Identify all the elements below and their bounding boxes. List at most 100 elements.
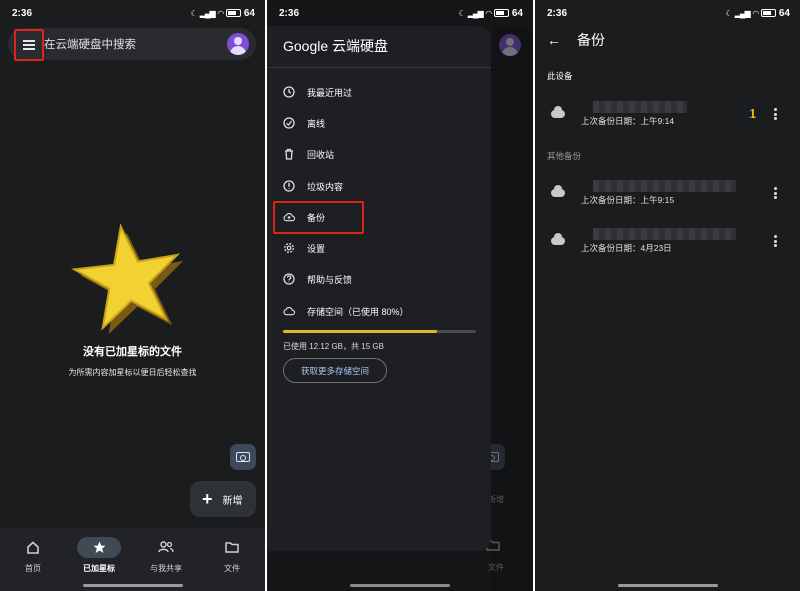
empty-state-title: 没有已加星标的文件 (83, 346, 182, 358)
nav-home-label: 首页 (25, 564, 41, 573)
trash-icon (283, 148, 295, 160)
drawer-item-offline[interactable]: 离线 (283, 113, 325, 133)
redacted-device-name (593, 101, 687, 113)
backup-row[interactable]: 上次备份日期：上午9:14 1 (551, 101, 791, 131)
more-options-icon[interactable] (774, 235, 777, 247)
backup-date: 上次备份日期：上午9:15 (581, 195, 675, 205)
drawer-item-label: 离线 (307, 118, 326, 129)
nav-shared[interactable]: 与我共享 (133, 536, 199, 574)
gesture-bar (82, 584, 183, 587)
storage-progress-fill (283, 330, 438, 333)
status-bar: 2:36 ☾ ▂▄▆ ◠ 64 (267, 0, 533, 26)
storage-progress-bar (283, 330, 476, 333)
battery-percent: 64 (511, 7, 523, 19)
drive-starred-screen: 2:36 ☾ ▂▄▆ ◠ 64 在云端硬盘中搜索 没有已加星标的文件 为所需内容… (0, 0, 265, 591)
backup-date: 上次备份日期：4月23日 (581, 243, 672, 253)
nav-shared-label: 与我共享 (150, 564, 182, 573)
drawer-item-label: 帮助与反馈 (307, 274, 353, 285)
app-bar: ← 备份 (547, 30, 605, 50)
status-bar: 2:36 ☾ ▂▄▆ ◠ 64 (535, 0, 800, 26)
camera-icon (236, 452, 250, 462)
dnd-moon-icon: ☾ (458, 8, 466, 18)
search-bar[interactable]: 在云端硬盘中搜索 (8, 28, 256, 60)
battery-icon (225, 9, 241, 17)
offline-icon (283, 117, 295, 129)
status-bar: 2:36 ☾ ▂▄▆ ◠ 64 (0, 0, 265, 26)
gear-icon (283, 242, 295, 254)
files-label-dimmed: 文件 (488, 563, 504, 572)
plus-icon: + (202, 489, 213, 509)
dnd-moon-icon: ☾ (190, 8, 198, 18)
drawer-title: Google 云端硬盘 (283, 38, 389, 54)
drawer-item-label: 设置 (307, 243, 326, 254)
nav-files[interactable]: 文件 (199, 536, 265, 574)
nav-starred-label: 已加星标 (83, 564, 115, 573)
drawer-item-trash[interactable]: 回收站 (283, 144, 334, 164)
new-button[interactable]: + 新增 (190, 481, 256, 517)
help-icon (283, 273, 295, 285)
star-illustration (71, 223, 184, 335)
bottom-nav: 首页 已加星标 与我共享 文件 (0, 528, 265, 591)
drawer-item-label: 垃圾内容 (307, 181, 344, 192)
avatar (499, 34, 521, 56)
drawer-item-recent[interactable]: 我最近用过 (283, 82, 352, 102)
drawer-item-label: 回收站 (307, 149, 335, 160)
nav-home[interactable]: 首页 (0, 536, 66, 574)
menu-button[interactable] (14, 29, 44, 61)
drawer-item-spam[interactable]: 垃圾内容 (283, 176, 343, 196)
more-options-icon[interactable] (774, 187, 777, 199)
dimmed-background[interactable]: 新增 文件 (479, 26, 533, 591)
redacted-device-name (593, 228, 736, 240)
dnd-moon-icon: ☾ (725, 8, 733, 18)
google-one-icon: 1 (749, 106, 757, 121)
search-placeholder: 在云端硬盘中搜索 (44, 39, 136, 51)
gesture-bar (350, 584, 450, 587)
drive-drawer-screen: 2:36 ☾ ▂▄▆ ◠ 64 新增 文件 Google 云端硬盘 我最近用过 … (267, 0, 533, 591)
battery-percent: 64 (243, 7, 255, 19)
wifi-icon: ◠ (752, 8, 759, 18)
page-title: 备份 (577, 32, 605, 48)
drawer-item-label: 我最近用过 (307, 87, 353, 98)
section-other-backups: 其他备份 (547, 151, 582, 161)
signal-icon: ▂▄▆ (467, 8, 484, 18)
spam-icon (283, 180, 295, 192)
avatar[interactable] (227, 33, 249, 55)
clock-icon (283, 86, 295, 98)
cloud-icon (283, 305, 295, 317)
status-time: 2:36 (12, 7, 33, 19)
cloud-icon (551, 233, 565, 245)
back-arrow-icon[interactable]: ← (547, 32, 561, 48)
storage-used-text: 已使用 12.12 GB，共 15 GB (283, 342, 384, 351)
nav-starred[interactable]: 已加星标 (66, 536, 132, 574)
battery-percent: 64 (778, 7, 790, 19)
gesture-bar (617, 584, 718, 587)
cloud-icon (551, 185, 565, 197)
drawer-item-storage[interactable]: 存储空间（已使用 80%） (283, 301, 409, 321)
signal-icon: ▂▄▆ (199, 8, 216, 18)
status-time: 2:36 (279, 7, 300, 19)
backup-row[interactable]: 上次备份日期：4月23日 (551, 228, 791, 258)
drawer-item-help[interactable]: 帮助与反馈 (283, 269, 352, 289)
backups-screen: 2:36 ☾ ▂▄▆ ◠ 64 ← 备份 此设备 上次备份日期：上午9:14 1… (535, 0, 800, 591)
battery-icon (493, 9, 509, 17)
backup-row[interactable]: 上次备份日期：上午9:15 (551, 180, 791, 210)
wifi-icon: ◠ (217, 8, 224, 18)
get-more-storage-button[interactable]: 获取更多存储空间 (283, 358, 387, 383)
status-time: 2:36 (547, 7, 568, 19)
battery-icon (760, 9, 776, 17)
drawer-item-settings[interactable]: 设置 (283, 238, 325, 258)
scan-button[interactable] (230, 444, 256, 470)
star-icon (93, 541, 105, 553)
redacted-device-name (593, 180, 736, 192)
backup-highlight-box (273, 201, 364, 234)
cloud-icon (551, 106, 565, 118)
more-options-icon[interactable] (774, 108, 777, 120)
people-icon (158, 541, 174, 553)
divider (267, 67, 491, 68)
drawer-item-label: 存储空间（已使用 80%） (307, 306, 409, 317)
nav-files-label: 文件 (224, 564, 240, 573)
wifi-icon: ◠ (485, 8, 492, 18)
section-this-device: 此设备 (547, 71, 573, 81)
backup-date: 上次备份日期：上午9:14 (581, 116, 675, 126)
home-icon (27, 540, 39, 554)
